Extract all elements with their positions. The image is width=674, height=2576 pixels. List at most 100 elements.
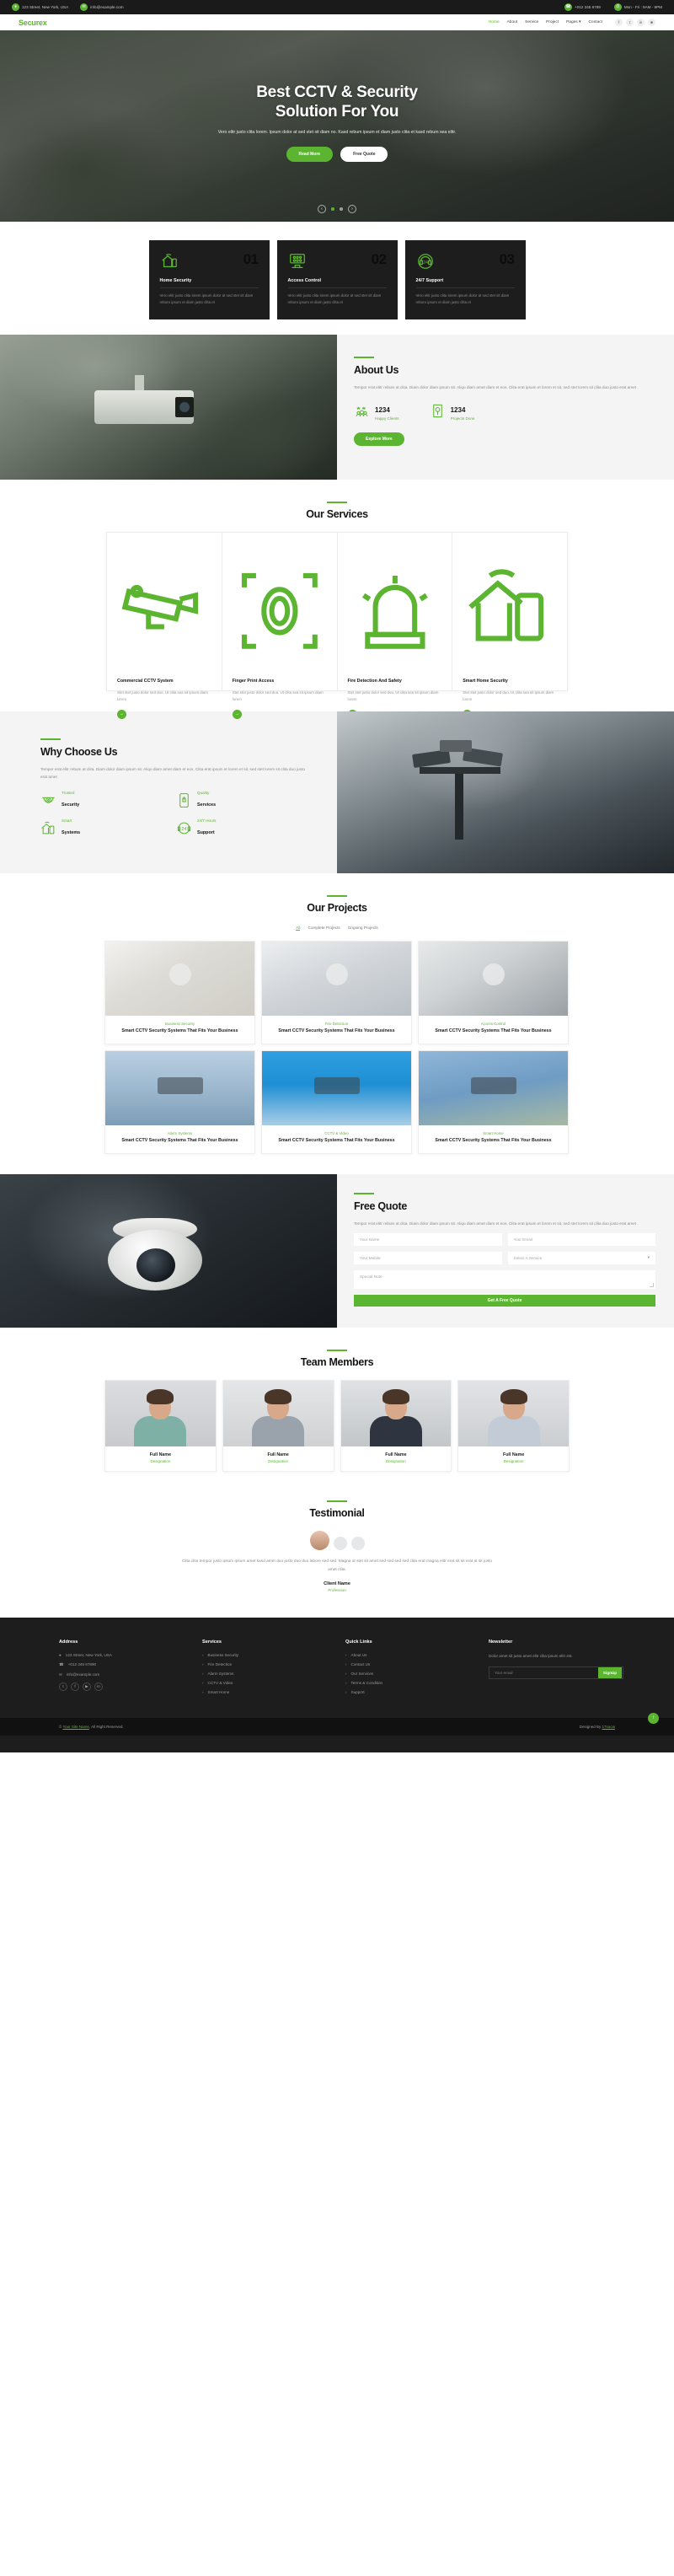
- feature-card-support[interactable]: 24 03 24/7 Support Vero elitr justo clit…: [404, 240, 526, 320]
- twitter-icon[interactable]: t: [626, 19, 634, 26]
- footer-service-label: Fire Detection: [207, 1661, 233, 1666]
- team-member-photo: [340, 1381, 452, 1447]
- filter-all[interactable]: All: [296, 926, 301, 931]
- team-member-card[interactable]: Full Name Designation: [104, 1380, 217, 1473]
- service-card-smart-home[interactable]: Smart Home Security Stet stet justo dolo…: [452, 533, 567, 719]
- read-more-button[interactable]: Read More: [286, 147, 334, 163]
- topbar-email-text: info@example.com: [90, 5, 124, 9]
- name-input[interactable]: Your Name: [354, 1233, 502, 1247]
- project-image: [105, 1051, 254, 1126]
- team-member-card[interactable]: Full Name Designation: [340, 1380, 452, 1473]
- feature-card-home-security[interactable]: 01 Home Security Vero elitr justo clita …: [148, 240, 270, 320]
- filter-ongoing-projects[interactable]: Ongoing Projects: [348, 926, 378, 931]
- footer-quick-label: Contact Us: [350, 1661, 371, 1666]
- newsletter-email-input[interactable]: Your email: [495, 1671, 598, 1675]
- service-card-fingerprint[interactable]: Finger Print Access Stet stet justo dolo…: [222, 533, 338, 719]
- service-select[interactable]: Select A Service: [507, 1252, 655, 1265]
- topbar-phone[interactable]: ☎ +012 345 6789: [564, 3, 601, 11]
- footer-phone-line[interactable]: ☎ +012 345 67890: [59, 1662, 194, 1667]
- avatar[interactable]: [350, 1537, 365, 1551]
- get-free-quote-button[interactable]: Get A Free Quote: [354, 1295, 655, 1307]
- footer-service-link[interactable]: › Business Security: [202, 1653, 337, 1657]
- project-card[interactable]: Fire Detection Smart CCTV Security Syste…: [261, 941, 412, 1045]
- footer-quick-label: Our Services: [350, 1671, 374, 1676]
- feature-card-access-control[interactable]: 02 Access Control Vero elitr justo clita…: [276, 240, 398, 320]
- footer-address-text: 123 Street, New York, USA: [65, 1652, 112, 1657]
- why-feature-small: Quality: [197, 791, 210, 796]
- instagram-icon[interactable]: ■: [648, 19, 655, 26]
- newsletter-signup-button[interactable]: SignUp: [597, 1667, 622, 1679]
- twitter-icon[interactable]: t: [59, 1682, 67, 1691]
- project-caption: Alarm Systems Smart CCTV Security System…: [105, 1125, 254, 1153]
- footer-quick-label: Support: [350, 1689, 365, 1694]
- carousel-prev-icon[interactable]: ‹: [318, 205, 326, 213]
- copyright-suffix: , All Right Reserved.: [88, 1724, 124, 1729]
- project-filters: All Complete Projects Ongoing Projects: [0, 926, 674, 931]
- service-card-fire-detection[interactable]: Fire Detection And Safety Stet stet just…: [338, 533, 453, 719]
- footer-quick-link[interactable]: › About Us: [345, 1653, 480, 1657]
- explore-more-button[interactable]: Explore More: [354, 432, 404, 447]
- project-card[interactable]: Smart Home Smart CCTV Security Systems T…: [418, 1050, 569, 1155]
- project-card[interactable]: Alarm Systems Smart CCTV Security System…: [104, 1050, 255, 1155]
- project-title: Smart CCTV Security Systems That Fits Yo…: [121, 1138, 238, 1144]
- service-text: Stet stet justo dolor sed duo. Ut clita …: [463, 690, 554, 701]
- project-card[interactable]: CCTV & Video Smart CCTV Security Systems…: [261, 1050, 412, 1155]
- nav-item-service[interactable]: Service: [525, 20, 538, 24]
- carousel-dot-2[interactable]: [340, 207, 343, 211]
- phone-icon: ☎: [59, 1661, 64, 1666]
- back-to-top-icon[interactable]: ↑: [648, 1712, 659, 1724]
- feature-number: 03: [499, 251, 515, 267]
- footer-service-link[interactable]: › CCTV & Video: [202, 1681, 337, 1685]
- email-input[interactable]: Your Email: [507, 1233, 655, 1247]
- designer-link[interactable]: 17sucai: [602, 1725, 615, 1729]
- nav-item-about[interactable]: About: [507, 20, 518, 24]
- topbar-hours: ⏱ Mon - Fri : 9AM - 9PM: [613, 3, 662, 11]
- footer-service-link[interactable]: › Alarm Systems: [202, 1672, 337, 1676]
- service-card-commercial-cctv[interactable]: Commercial CCTV System Stet stet justo d…: [107, 533, 222, 719]
- footer-quick-link[interactable]: › Terms & Condition: [345, 1681, 480, 1685]
- facebook-icon[interactable]: f: [615, 19, 623, 26]
- footer-quick-link[interactable]: › Our Services: [345, 1672, 480, 1676]
- camera-mount: [135, 375, 144, 391]
- footer-quick-link[interactable]: › Contact Us: [345, 1662, 480, 1666]
- footer-social-links: t f ▶ in: [59, 1682, 194, 1691]
- footer-service-link[interactable]: › Smart Home: [202, 1690, 337, 1694]
- avatar-body: [487, 1416, 540, 1447]
- avatar[interactable]: [309, 1531, 329, 1551]
- camera-lens: [175, 397, 194, 418]
- nav-item-home[interactable]: Home: [489, 20, 500, 24]
- nav-item-pages[interactable]: Pages ▾: [566, 20, 580, 24]
- svg-text:24: 24: [422, 260, 427, 266]
- accent-bar: [327, 502, 347, 504]
- avatar[interactable]: [333, 1537, 347, 1551]
- carousel-next-icon[interactable]: ›: [348, 205, 356, 213]
- linkedin-icon[interactable]: in: [94, 1682, 103, 1691]
- team-member-card[interactable]: Full Name Designation: [222, 1380, 334, 1473]
- filter-complete-projects[interactable]: Complete Projects: [308, 926, 340, 931]
- site-logo[interactable]: Securex: [19, 19, 47, 27]
- footer-email-line[interactable]: ✉ info@example.com: [59, 1672, 194, 1677]
- projects-grid: Business Security Smart CCTV Security Sy…: [104, 941, 570, 1155]
- team-member-card[interactable]: Full Name Designation: [457, 1380, 570, 1473]
- carousel-dot-1[interactable]: [331, 207, 334, 211]
- topbar-email[interactable]: ✉ info@example.com: [80, 3, 124, 11]
- footer-phone-text: +012 345 67890: [67, 1662, 97, 1667]
- nav-item-project[interactable]: Project: [546, 20, 559, 24]
- nav-item-contact[interactable]: Contact: [588, 20, 602, 24]
- special-note-textarea[interactable]: Special Note: [354, 1270, 655, 1290]
- free-quote-button[interactable]: Free Quote: [340, 147, 388, 163]
- topbar-hours-text: Mon - Fri : 9AM - 9PM: [623, 5, 662, 9]
- youtube-icon[interactable]: ▶: [83, 1682, 91, 1691]
- footer-service-link[interactable]: › Fire Detection: [202, 1662, 337, 1666]
- security-camera-illustration: [94, 375, 221, 429]
- project-title: Smart CCTV Security Systems That Fits Yo…: [435, 1138, 552, 1144]
- project-card[interactable]: Access Control Smart CCTV Security Syste…: [418, 941, 569, 1045]
- site-name-link[interactable]: Your Site Name: [63, 1725, 89, 1729]
- footer-quick-link[interactable]: › Support: [345, 1690, 480, 1694]
- footer-column-services: Services › Business Security › Fire Detect…: [202, 1640, 337, 1699]
- facebook-icon[interactable]: f: [71, 1682, 79, 1691]
- linkedin-icon[interactable]: in: [637, 19, 645, 26]
- project-card[interactable]: Business Security Smart CCTV Security Sy…: [104, 941, 255, 1045]
- mobile-input[interactable]: Your Mobile: [354, 1252, 502, 1265]
- team-member-caption: Full Name Designation: [341, 1446, 452, 1471]
